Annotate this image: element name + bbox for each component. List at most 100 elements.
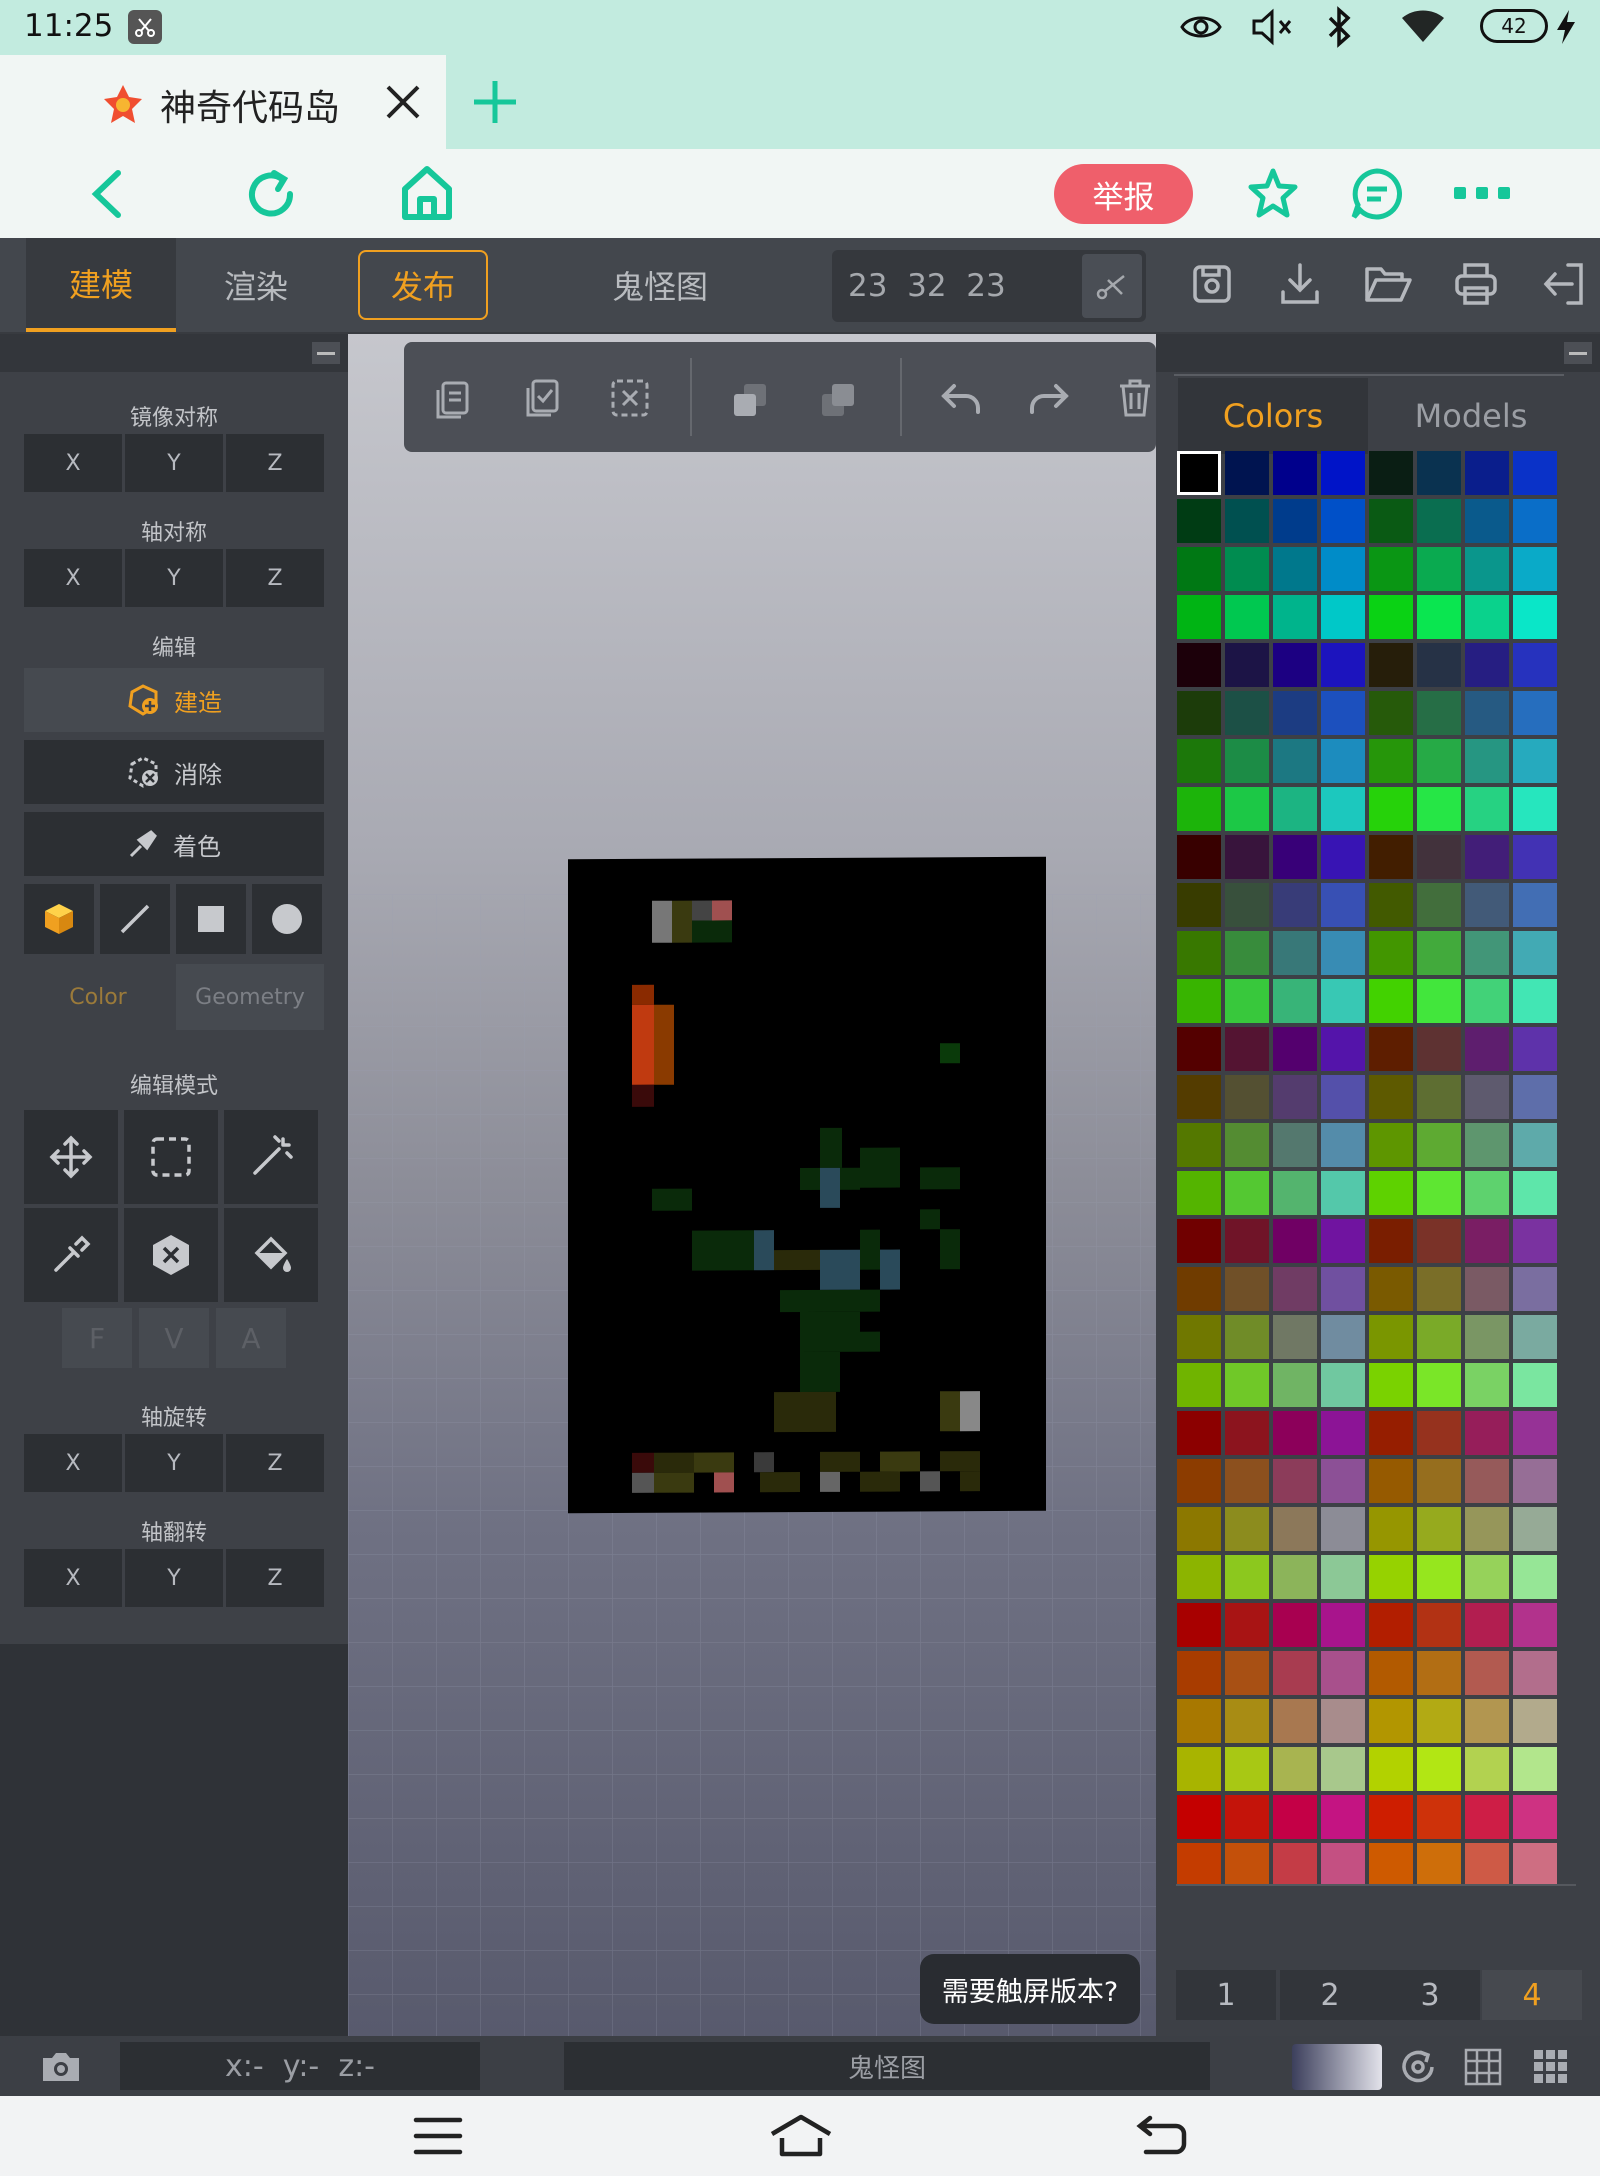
color-swatch[interactable] [1513, 1843, 1557, 1884]
layer-front-icon[interactable] [818, 382, 858, 418]
color-swatch[interactable] [1321, 739, 1365, 783]
color-swatch[interactable] [1321, 1411, 1365, 1455]
color-swatch[interactable] [1225, 883, 1269, 927]
color-swatch[interactable] [1417, 1795, 1461, 1839]
color-swatch[interactable] [1177, 643, 1221, 687]
color-swatch[interactable] [1273, 1363, 1317, 1407]
axis-sym-y-button[interactable]: Y [125, 549, 223, 607]
eyedropper-tool-button[interactable] [24, 1208, 118, 1302]
color-swatch[interactable] [1273, 835, 1317, 879]
color-swatch[interactable] [1513, 595, 1557, 639]
collapse-left-icon[interactable] [312, 342, 340, 364]
color-swatch[interactable] [1177, 1411, 1221, 1455]
color-swatch[interactable] [1465, 883, 1509, 927]
dimensions-field[interactable]: 23 32 23 [832, 250, 1146, 322]
color-swatch[interactable] [1465, 931, 1509, 975]
color-swatch[interactable] [1273, 1123, 1317, 1167]
palette-page-3[interactable]: 3 [1380, 1970, 1480, 2020]
color-swatch[interactable] [1177, 1075, 1221, 1119]
color-swatch[interactable] [1177, 1603, 1221, 1647]
color-swatch[interactable] [1225, 1699, 1269, 1743]
color-swatch[interactable] [1513, 1075, 1557, 1119]
color-swatch[interactable] [1465, 691, 1509, 735]
reload-icon[interactable] [244, 167, 298, 221]
color-swatch[interactable] [1225, 1123, 1269, 1167]
color-swatch[interactable] [1321, 547, 1365, 591]
color-swatch[interactable] [1417, 1843, 1461, 1884]
color-swatch[interactable] [1225, 979, 1269, 1023]
color-swatch[interactable] [1513, 1363, 1557, 1407]
move-tool-button[interactable] [24, 1110, 118, 1204]
background-gradient-swatch[interactable] [1292, 2044, 1382, 2090]
color-swatch[interactable] [1177, 1651, 1221, 1695]
color-swatch[interactable] [1465, 1507, 1509, 1551]
comment-icon[interactable] [1350, 167, 1404, 221]
color-swatch[interactable] [1417, 595, 1461, 639]
color-swatch[interactable] [1273, 787, 1317, 831]
color-swatch[interactable] [1225, 1315, 1269, 1359]
color-swatch[interactable] [1225, 451, 1269, 495]
color-swatch[interactable] [1225, 1507, 1269, 1551]
rotate-x-button[interactable]: X [24, 1434, 122, 1492]
color-swatch[interactable] [1369, 643, 1413, 687]
color-swatch[interactable] [1321, 1651, 1365, 1695]
color-swatch[interactable] [1465, 787, 1509, 831]
color-swatch[interactable] [1273, 1651, 1317, 1695]
color-swatch[interactable] [1177, 1123, 1221, 1167]
color-swatch[interactable] [1465, 1843, 1509, 1884]
color-swatch[interactable] [1417, 547, 1461, 591]
color-swatch[interactable] [1513, 1507, 1557, 1551]
color-swatch[interactable] [1177, 883, 1221, 927]
color-palette-grid[interactable] [1176, 450, 1576, 1884]
color-swatch[interactable] [1273, 499, 1317, 543]
color-swatch[interactable] [1225, 1171, 1269, 1215]
dimension-cut-icon[interactable] [1082, 254, 1142, 318]
browser-tab[interactable]: 神奇代码岛 [0, 55, 446, 149]
color-swatch[interactable] [1513, 643, 1557, 687]
color-swatch[interactable] [1465, 739, 1509, 783]
home-icon[interactable] [400, 165, 454, 221]
color-swatch[interactable] [1417, 931, 1461, 975]
color-swatch[interactable] [1321, 1123, 1365, 1167]
download-icon[interactable] [1280, 262, 1320, 306]
color-swatch[interactable] [1225, 691, 1269, 735]
color-swatch[interactable] [1417, 835, 1461, 879]
color-swatch[interactable] [1273, 547, 1317, 591]
color-swatch[interactable] [1513, 1267, 1557, 1311]
mirror-y-button[interactable]: Y [125, 434, 223, 492]
color-swatch[interactable] [1273, 1219, 1317, 1263]
color-swatch[interactable] [1369, 547, 1413, 591]
color-swatch[interactable] [1417, 1219, 1461, 1263]
touch-version-toast[interactable]: 需要触屏版本? [920, 1954, 1140, 2024]
color-swatch[interactable] [1225, 547, 1269, 591]
color-swatch[interactable] [1465, 595, 1509, 639]
open-folder-icon[interactable] [1364, 264, 1412, 304]
color-swatch[interactable] [1225, 1555, 1269, 1599]
print-icon[interactable] [1454, 262, 1498, 306]
color-swatch[interactable] [1321, 1747, 1365, 1791]
color-swatch[interactable] [1465, 1411, 1509, 1455]
hex-delete-tool-button[interactable] [124, 1208, 218, 1302]
color-swatch[interactable] [1225, 835, 1269, 879]
palette-page-4[interactable]: 4 [1482, 1970, 1582, 2020]
color-swatch[interactable] [1369, 499, 1413, 543]
color-swatch[interactable] [1465, 1699, 1509, 1743]
color-swatch[interactable] [1465, 1123, 1509, 1167]
a-mode-button[interactable]: A [216, 1308, 286, 1368]
redo-icon[interactable] [1028, 382, 1070, 414]
color-swatch[interactable] [1177, 1795, 1221, 1839]
color-swatch[interactable] [1321, 1507, 1365, 1551]
color-swatch[interactable] [1225, 1459, 1269, 1503]
color-swatch[interactable] [1369, 1795, 1413, 1839]
color-swatch[interactable] [1321, 1075, 1365, 1119]
color-swatch[interactable] [1369, 1699, 1413, 1743]
color-swatch[interactable] [1321, 931, 1365, 975]
color-swatch[interactable] [1225, 1651, 1269, 1695]
palette-page-1[interactable]: 1 [1176, 1970, 1276, 2020]
palette-page-2[interactable]: 2 [1280, 1970, 1380, 2020]
colors-tab[interactable]: Colors [1178, 378, 1368, 454]
color-swatch[interactable] [1177, 547, 1221, 591]
models-tab[interactable]: Models [1376, 378, 1566, 454]
grid-toggle-icon[interactable] [1464, 2048, 1502, 2086]
voxel-model[interactable] [568, 856, 1046, 1514]
